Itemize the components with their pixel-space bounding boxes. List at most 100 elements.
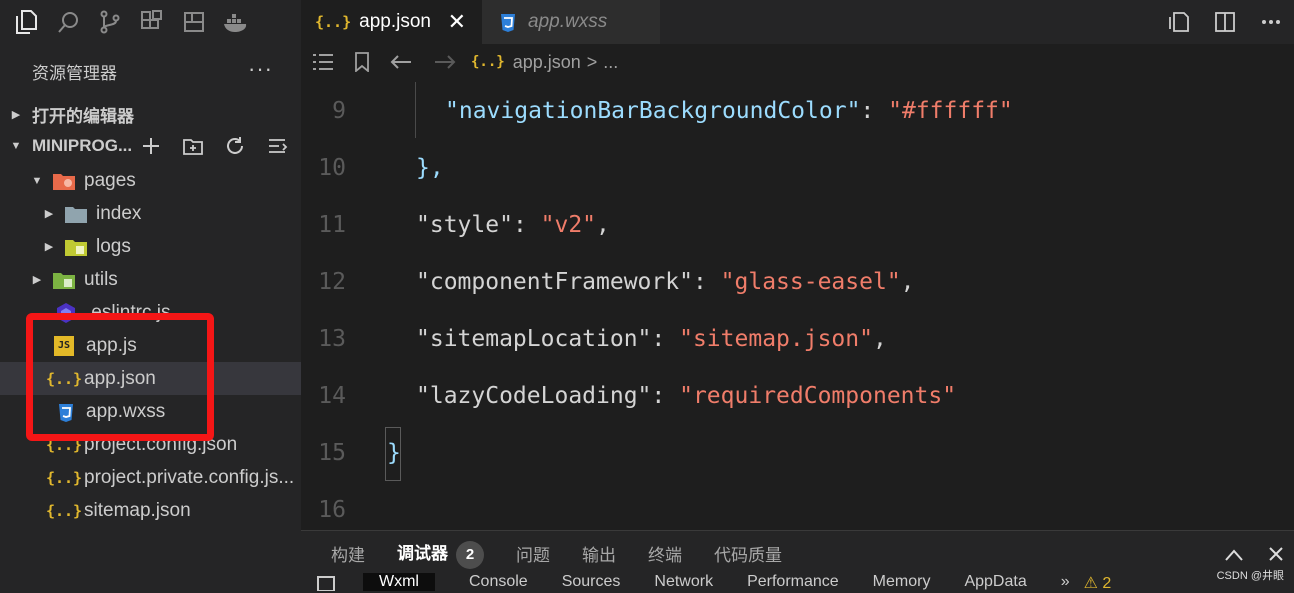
back-arrow-icon[interactable]	[379, 54, 423, 70]
json-comma: ,	[872, 325, 887, 352]
source-control-icon[interactable]	[94, 6, 126, 38]
breadcrumb-separator: >	[586, 51, 598, 72]
sidebar: 资源管理器 ··· ▶ 打开的编辑器 ▼ MINIPROG... ▼ pages…	[0, 0, 301, 593]
tree-folder-utils[interactable]: ▶ utils	[0, 263, 301, 296]
tab-build[interactable]: 构建	[331, 541, 365, 566]
bottom-panel: 构建 调试器 2 问题 输出 终端 代码质量 Wxml Console Sourc…	[301, 530, 1294, 593]
watermark: CSDN @井眼	[1216, 570, 1284, 582]
forward-arrow-icon[interactable]	[423, 54, 467, 70]
devtools-tab-sources[interactable]: Sources	[562, 573, 621, 591]
devtools-tab-console[interactable]: Console	[469, 573, 528, 591]
panel-controls	[1224, 545, 1284, 568]
breadcrumb-file[interactable]: app.json	[513, 52, 581, 73]
json-punct: },	[416, 154, 444, 181]
tree-file-sitemap[interactable]: {..} sitemap.json	[0, 494, 301, 527]
open-preview-icon[interactable]	[1156, 10, 1202, 34]
refresh-icon[interactable]	[221, 132, 249, 160]
json-key: "style"	[416, 211, 513, 238]
json-value: "v2"	[540, 211, 597, 238]
devtools-tab-wxml[interactable]: Wxml	[363, 573, 435, 591]
extensions-icon[interactable]	[136, 6, 168, 38]
close-icon[interactable]	[1268, 545, 1284, 568]
layout-icon[interactable]	[178, 6, 210, 38]
json-value: "#ffffff"	[888, 97, 1013, 124]
json-comma: ,	[900, 268, 915, 295]
explorer-icon[interactable]	[10, 6, 42, 38]
docker-icon[interactable]	[220, 6, 252, 38]
count-badge: 2	[456, 540, 484, 569]
tab-code-quality[interactable]: 代码质量	[714, 541, 782, 566]
tab-label: app.json	[359, 11, 431, 32]
code-line: 14 "lazyCodeLoading": "requiredComponent…	[301, 367, 1294, 424]
activity-bar	[0, 0, 301, 44]
code-line: 12 "componentFramework": "glass-easel",	[301, 253, 1294, 310]
collapse-all-icon[interactable]	[263, 132, 291, 160]
json-colon: :	[512, 211, 541, 238]
list-icon[interactable]	[301, 53, 345, 71]
json-key: "componentFramework"	[416, 268, 693, 295]
new-file-icon[interactable]	[137, 132, 165, 160]
json-value: "requiredComponents"	[679, 382, 957, 409]
line-number: 13	[318, 325, 346, 352]
tree-folder-pages[interactable]: ▼ pages	[0, 164, 301, 197]
chevron-up-icon[interactable]	[1224, 545, 1244, 568]
panel-tabs: 构建 调试器 2 问题 输出 终端 代码质量	[331, 539, 814, 569]
code-editor[interactable]: 9 "navigationBarBackgroundColor": "#ffff…	[301, 82, 1294, 530]
tab-terminal[interactable]: 终端	[648, 541, 682, 566]
open-editors-section[interactable]: ▶ 打开的编辑器	[0, 98, 301, 130]
highlight-annotation-box	[26, 313, 214, 441]
tree-label: project.private.config.js...	[84, 466, 295, 488]
json-key: "sitemapLocation"	[416, 325, 652, 352]
css-file-icon	[498, 12, 518, 32]
devtools-tab-performance[interactable]: Performance	[747, 573, 839, 591]
more-actions-icon[interactable]: ···	[248, 56, 273, 82]
json-colon: :	[692, 268, 721, 295]
tree-file-project-private-config[interactable]: {..} project.private.config.js...	[0, 461, 301, 494]
devtools-tab-memory[interactable]: Memory	[873, 573, 931, 591]
bracket-match-highlight	[385, 427, 401, 481]
tab-output[interactable]: 输出	[582, 541, 616, 566]
tree-folder-index[interactable]: ▶ index	[0, 197, 301, 230]
inspect-icon[interactable]	[317, 573, 335, 591]
open-editors-label: 打开的编辑器	[32, 106, 134, 126]
tab-debugger[interactable]: 调试器 2	[397, 539, 484, 569]
explorer-header: 资源管理器 ···	[0, 52, 301, 90]
line-number: 16	[318, 496, 346, 523]
json-file-icon: {..}	[45, 468, 83, 487]
tab-problems[interactable]: 问题	[516, 541, 550, 566]
split-editor-icon[interactable]	[1202, 10, 1248, 34]
devtools-tab-appdata[interactable]: AppData	[964, 573, 1026, 591]
new-folder-icon[interactable]	[179, 132, 207, 160]
line-number: 9	[332, 97, 346, 124]
tree-label: utils	[84, 268, 118, 290]
tab-app-wxss[interactable]: app.wxss	[482, 0, 661, 44]
devtools-more-tabs[interactable]: »	[1061, 573, 1070, 591]
tab-app-json[interactable]: {..} app.json ✕	[301, 0, 482, 44]
line-number: 14	[318, 382, 346, 409]
devtools-tab-network[interactable]: Network	[654, 573, 713, 591]
json-file-icon: {..}	[315, 13, 352, 31]
chevron-right-icon: ▶	[44, 208, 54, 220]
close-icon[interactable]: ✕	[448, 9, 466, 35]
json-colon: :	[651, 382, 680, 409]
editor-actions	[1156, 0, 1294, 44]
json-value: "sitemap.json"	[679, 325, 873, 352]
warning-count[interactable]: ⚠ 2	[1084, 573, 1112, 593]
chevron-right-icon: ▶	[11, 108, 21, 121]
line-number: 15	[318, 439, 346, 466]
breadcrumb-rest[interactable]: ...	[603, 52, 618, 73]
json-key: "navigationBarBackgroundColor"	[445, 97, 861, 124]
project-label: MINIPROG...	[32, 136, 133, 155]
tree-folder-logs[interactable]: ▶ logs	[0, 230, 301, 263]
devtools-tab-bar: Wxml Console Sources Network Performance…	[301, 573, 1294, 593]
project-actions	[137, 132, 291, 160]
tab-label: app.wxss	[528, 11, 608, 32]
json-colon: :	[651, 325, 680, 352]
tree-label: sitemap.json	[84, 499, 191, 521]
bookmark-icon[interactable]	[345, 52, 379, 72]
breadcrumb: {..} app.json > ...	[301, 44, 1294, 80]
project-section[interactable]: ▼ MINIPROG...	[0, 130, 301, 162]
editor-tab-bar: {..} app.json ✕ app.wxss	[301, 0, 1294, 44]
more-actions-icon[interactable]	[1248, 10, 1294, 34]
search-icon[interactable]	[52, 6, 84, 38]
